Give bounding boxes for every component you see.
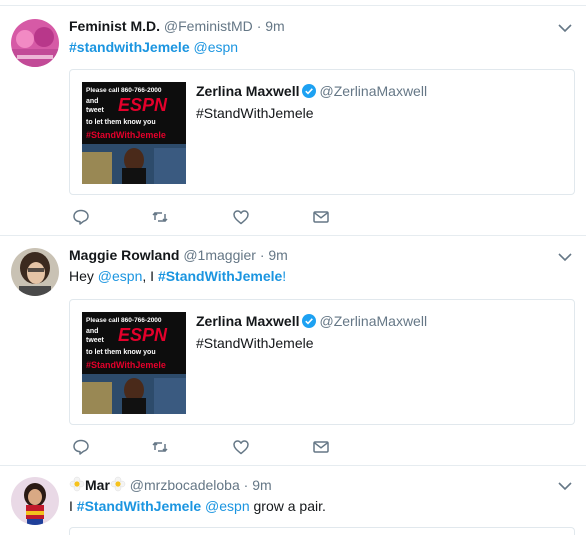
tweet-actions <box>72 438 342 456</box>
avatar[interactable] <box>11 248 59 296</box>
user-name[interactable]: Maggie Rowland <box>69 247 179 263</box>
espn-logo: ESPN <box>118 325 168 345</box>
mention-link[interactable]: @espn <box>194 39 239 55</box>
tweet-header: Maggie Rowland @1maggier · 9m <box>69 247 288 263</box>
mention-link[interactable]: @espn <box>98 268 143 284</box>
user-name[interactable]: Feminist M.D. <box>69 18 160 34</box>
image-text-line: and <box>86 328 98 335</box>
quoted-tweet-image[interactable]: Please call 860-766-2000 and tweet ESPN … <box>82 82 186 184</box>
text-fragment: ! <box>282 268 287 284</box>
quoted-tweet-image[interactable]: Please call 860-766-2000 and tweet ESPN … <box>82 312 186 414</box>
tweet[interactable]: Feminist M.D. @FeministMD · 9m #standwit… <box>0 6 586 236</box>
text-fragment: grow a pair. <box>249 498 326 514</box>
tweet-text: I #StandWithJemele @espn grow a pair. <box>69 498 326 514</box>
separator: · <box>259 247 265 263</box>
retweet-icon[interactable] <box>151 208 169 226</box>
tweet-text: #standwithJemele @espn <box>69 39 238 55</box>
separator: · <box>256 18 262 34</box>
retweet-icon[interactable] <box>151 438 169 456</box>
image-text-line: #StandWithJemele <box>86 360 166 370</box>
quoted-user-name[interactable]: Zerlina Maxwell <box>196 83 299 99</box>
user-handle[interactable]: @1maggier <box>183 247 256 263</box>
mention-link[interactable]: @espn <box>205 498 250 514</box>
hashtag-link[interactable]: #StandWithJemele <box>77 498 201 514</box>
media-card-edge <box>69 527 575 535</box>
quoted-tweet-header: Zerlina Maxwell @ZerlinaMaxwell <box>196 83 427 99</box>
user-handle[interactable]: @mrzbocadeloba <box>130 477 240 493</box>
image-text-line: tweet <box>86 107 105 114</box>
quoted-tweet-text: #StandWithJemele <box>196 105 314 121</box>
quoted-tweet-text: #StandWithJemele <box>196 335 314 351</box>
quoted-user-handle[interactable]: @ZerlinaMaxwell <box>319 313 427 329</box>
avatar[interactable] <box>11 477 59 525</box>
reply-icon[interactable] <box>72 438 90 456</box>
image-text-line: tweet <box>86 337 105 344</box>
chevron-down-icon[interactable] <box>558 252 572 262</box>
flower-emoji-icon <box>69 476 85 492</box>
chevron-down-icon[interactable] <box>558 481 572 491</box>
quoted-tweet-card[interactable]: Please call 860-766-2000 and tweet ESPN … <box>69 69 575 195</box>
chevron-down-icon[interactable] <box>558 23 572 33</box>
image-text-line: #StandWithJemele <box>86 130 166 140</box>
like-icon[interactable] <box>232 438 250 456</box>
image-text-line: to let them know you <box>86 119 156 126</box>
tweet-text: Hey @espn, I #StandWithJemele! <box>69 268 286 284</box>
text-fragment: , I <box>142 268 158 284</box>
quoted-user-name[interactable]: Zerlina Maxwell <box>196 313 299 329</box>
hashtag-link[interactable]: #StandWithJemele <box>158 268 282 284</box>
verified-badge-icon <box>302 84 317 98</box>
timestamp[interactable]: 9m <box>268 247 287 263</box>
quoted-user-handle[interactable]: @ZerlinaMaxwell <box>319 83 427 99</box>
timestamp[interactable]: 9m <box>265 18 284 34</box>
separator: · <box>243 477 249 493</box>
tweet[interactable]: Maggie Rowland @1maggier · 9m Hey @espn,… <box>0 236 586 466</box>
direct-message-icon[interactable] <box>312 438 330 456</box>
image-text-line: Please call 860-766-2000 <box>86 87 162 94</box>
reply-icon[interactable] <box>72 208 90 226</box>
avatar[interactable] <box>11 19 59 67</box>
hashtag-link[interactable]: #standwithJemele <box>69 39 190 55</box>
espn-logo: ESPN <box>118 95 168 115</box>
image-text-line: Please call 860-766-2000 <box>86 317 162 324</box>
user-name[interactable]: Mar <box>85 477 110 493</box>
timestamp[interactable]: 9m <box>252 477 271 493</box>
quoted-tweet-card[interactable]: Please call 860-766-2000 and tweet ESPN … <box>69 299 575 425</box>
tweet-header: Feminist M.D. @FeministMD · 9m <box>69 18 285 34</box>
direct-message-icon[interactable] <box>312 208 330 226</box>
tweet-actions <box>72 208 342 226</box>
quoted-tweet-header: Zerlina Maxwell @ZerlinaMaxwell <box>196 313 427 329</box>
image-text-line: to let them know you <box>86 349 156 356</box>
text-fragment: I <box>69 498 77 514</box>
flower-emoji-icon <box>110 476 126 492</box>
verified-badge-icon <box>302 314 317 328</box>
tweet[interactable]: Mar @mrzbocadeloba · 9m I #StandWithJeme… <box>0 466 586 535</box>
like-icon[interactable] <box>232 208 250 226</box>
image-text-line: and <box>86 98 98 105</box>
user-handle[interactable]: @FeministMD <box>164 18 253 34</box>
tweet-header: Mar @mrzbocadeloba · 9m <box>69 476 272 493</box>
text-fragment: Hey <box>69 268 98 284</box>
